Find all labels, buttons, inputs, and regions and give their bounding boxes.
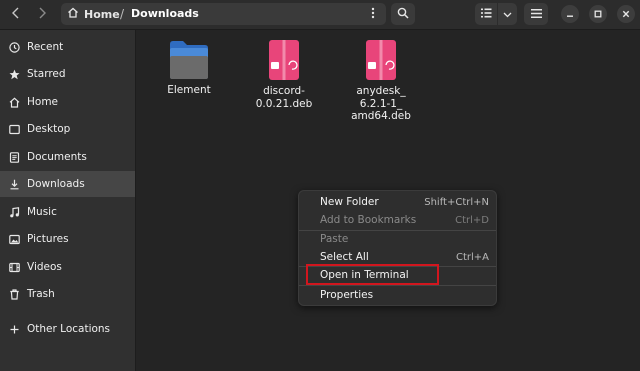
- path-current-folder[interactable]: Downloads: [131, 3, 199, 25]
- plus-icon: [9, 324, 20, 335]
- chevron-right-icon: [37, 7, 47, 22]
- music-icon: [9, 206, 20, 218]
- file-item-discord-deb[interactable]: discord- 0.0.21.deb: [244, 39, 324, 110]
- sidebar-item-downloads[interactable]: Downloads: [0, 171, 135, 197]
- menu-item-label: Properties: [320, 289, 374, 301]
- file-item-anydesk-deb[interactable]: anydesk_ 6.2.1-1_ amd64.deb: [341, 39, 421, 123]
- sidebar: Recent Starred Home Desktop Documents Do…: [0, 30, 136, 371]
- trash-icon: [9, 288, 20, 300]
- menu-item-shortcut: Ctrl+A: [455, 251, 489, 263]
- maximize-button[interactable]: [589, 5, 607, 23]
- sidebar-item-other-locations[interactable]: Other Locations: [0, 316, 135, 342]
- sidebar-item-label: Videos: [27, 261, 62, 273]
- sidebar-item-label: Documents: [27, 151, 87, 163]
- vertical-dots-icon: [371, 7, 375, 22]
- hamburger-icon: [530, 8, 542, 21]
- search-button[interactable]: [391, 3, 415, 25]
- home-icon: [67, 7, 79, 21]
- main-menu-button[interactable]: [524, 3, 548, 25]
- file-name: anydesk_ 6.2.1-1_ amd64.deb: [351, 85, 411, 122]
- sidebar-item-label: Music: [27, 206, 57, 218]
- menu-item-label: Select All: [320, 251, 369, 263]
- deb-package-icon: [364, 39, 398, 81]
- menu-item-shortcut: Shift+Ctrl+N: [424, 196, 489, 208]
- clock-icon: [9, 41, 20, 53]
- sidebar-item-desktop[interactable]: Desktop: [0, 116, 135, 142]
- picture-icon: [9, 234, 20, 245]
- home-icon: [9, 96, 20, 108]
- sidebar-item-documents[interactable]: Documents: [0, 144, 135, 170]
- sidebar-item-music[interactable]: Music: [0, 199, 135, 225]
- file-item-element[interactable]: Element: [149, 40, 229, 97]
- file-name: Element: [167, 84, 211, 96]
- back-button[interactable]: [5, 3, 27, 25]
- view-list-button[interactable]: [475, 3, 497, 25]
- folder-icon: [168, 40, 210, 80]
- sidebar-item-pictures[interactable]: Pictures: [0, 226, 135, 252]
- sidebar-item-label: Desktop: [27, 123, 71, 135]
- star-icon: [9, 69, 20, 80]
- header-bar: Home / Downloads: [0, 0, 640, 30]
- highlight-annotation-box: [306, 264, 439, 285]
- download-icon: [9, 179, 20, 190]
- close-icon: [622, 8, 630, 21]
- chevron-down-icon: [503, 8, 512, 21]
- close-button[interactable]: [617, 5, 635, 23]
- document-icon: [9, 151, 20, 163]
- list-view-icon: [480, 8, 492, 21]
- chevron-left-icon: [11, 7, 21, 22]
- sidebar-item-label: Trash: [27, 288, 55, 300]
- sidebar-item-recent[interactable]: Recent: [0, 34, 135, 60]
- desktop-icon: [9, 124, 20, 135]
- forward-button[interactable]: [31, 3, 53, 25]
- path-bar: Home / Downloads: [61, 3, 386, 25]
- menu-item-paste: Paste: [299, 230, 496, 248]
- file-name: discord- 0.0.21.deb: [255, 85, 313, 110]
- search-icon: [397, 7, 409, 22]
- sidebar-item-videos[interactable]: Videos: [0, 254, 135, 280]
- sidebar-item-home[interactable]: Home: [0, 89, 135, 115]
- sidebar-item-label: Home: [27, 96, 59, 108]
- deb-package-icon: [267, 39, 301, 81]
- menu-item-shortcut: Ctrl+D: [455, 214, 489, 226]
- menu-item-label: New Folder: [320, 196, 379, 208]
- menu-item-add-to-bookmarks: Add to Bookmarks Ctrl+D: [299, 211, 496, 229]
- sidebar-item-starred[interactable]: Starred: [0, 61, 135, 87]
- view-options-button[interactable]: [498, 3, 517, 25]
- minimize-icon: [566, 8, 574, 21]
- path-home-label: Home: [84, 7, 120, 21]
- menu-item-new-folder[interactable]: New Folder Shift+Ctrl+N: [299, 193, 496, 211]
- sidebar-item-label: Other Locations: [27, 323, 111, 335]
- menu-item-label: Add to Bookmarks: [320, 214, 417, 226]
- path-home-button[interactable]: Home: [67, 3, 120, 25]
- context-menu: New Folder Shift+Ctrl+N Add to Bookmarks…: [298, 190, 497, 306]
- video-icon: [9, 262, 20, 273]
- maximize-icon: [594, 8, 602, 21]
- minimize-button[interactable]: [561, 5, 579, 23]
- sidebar-item-label: Recent: [27, 41, 64, 53]
- sidebar-item-label: Starred: [27, 68, 66, 80]
- menu-item-label: Paste: [320, 233, 349, 245]
- menu-item-properties[interactable]: Properties: [299, 286, 496, 304]
- sidebar-item-label: Downloads: [27, 178, 85, 190]
- sidebar-item-label: Pictures: [27, 233, 69, 245]
- path-menu-button[interactable]: [363, 5, 383, 23]
- sidebar-item-trash[interactable]: Trash: [0, 281, 135, 307]
- path-separator: /: [120, 7, 125, 21]
